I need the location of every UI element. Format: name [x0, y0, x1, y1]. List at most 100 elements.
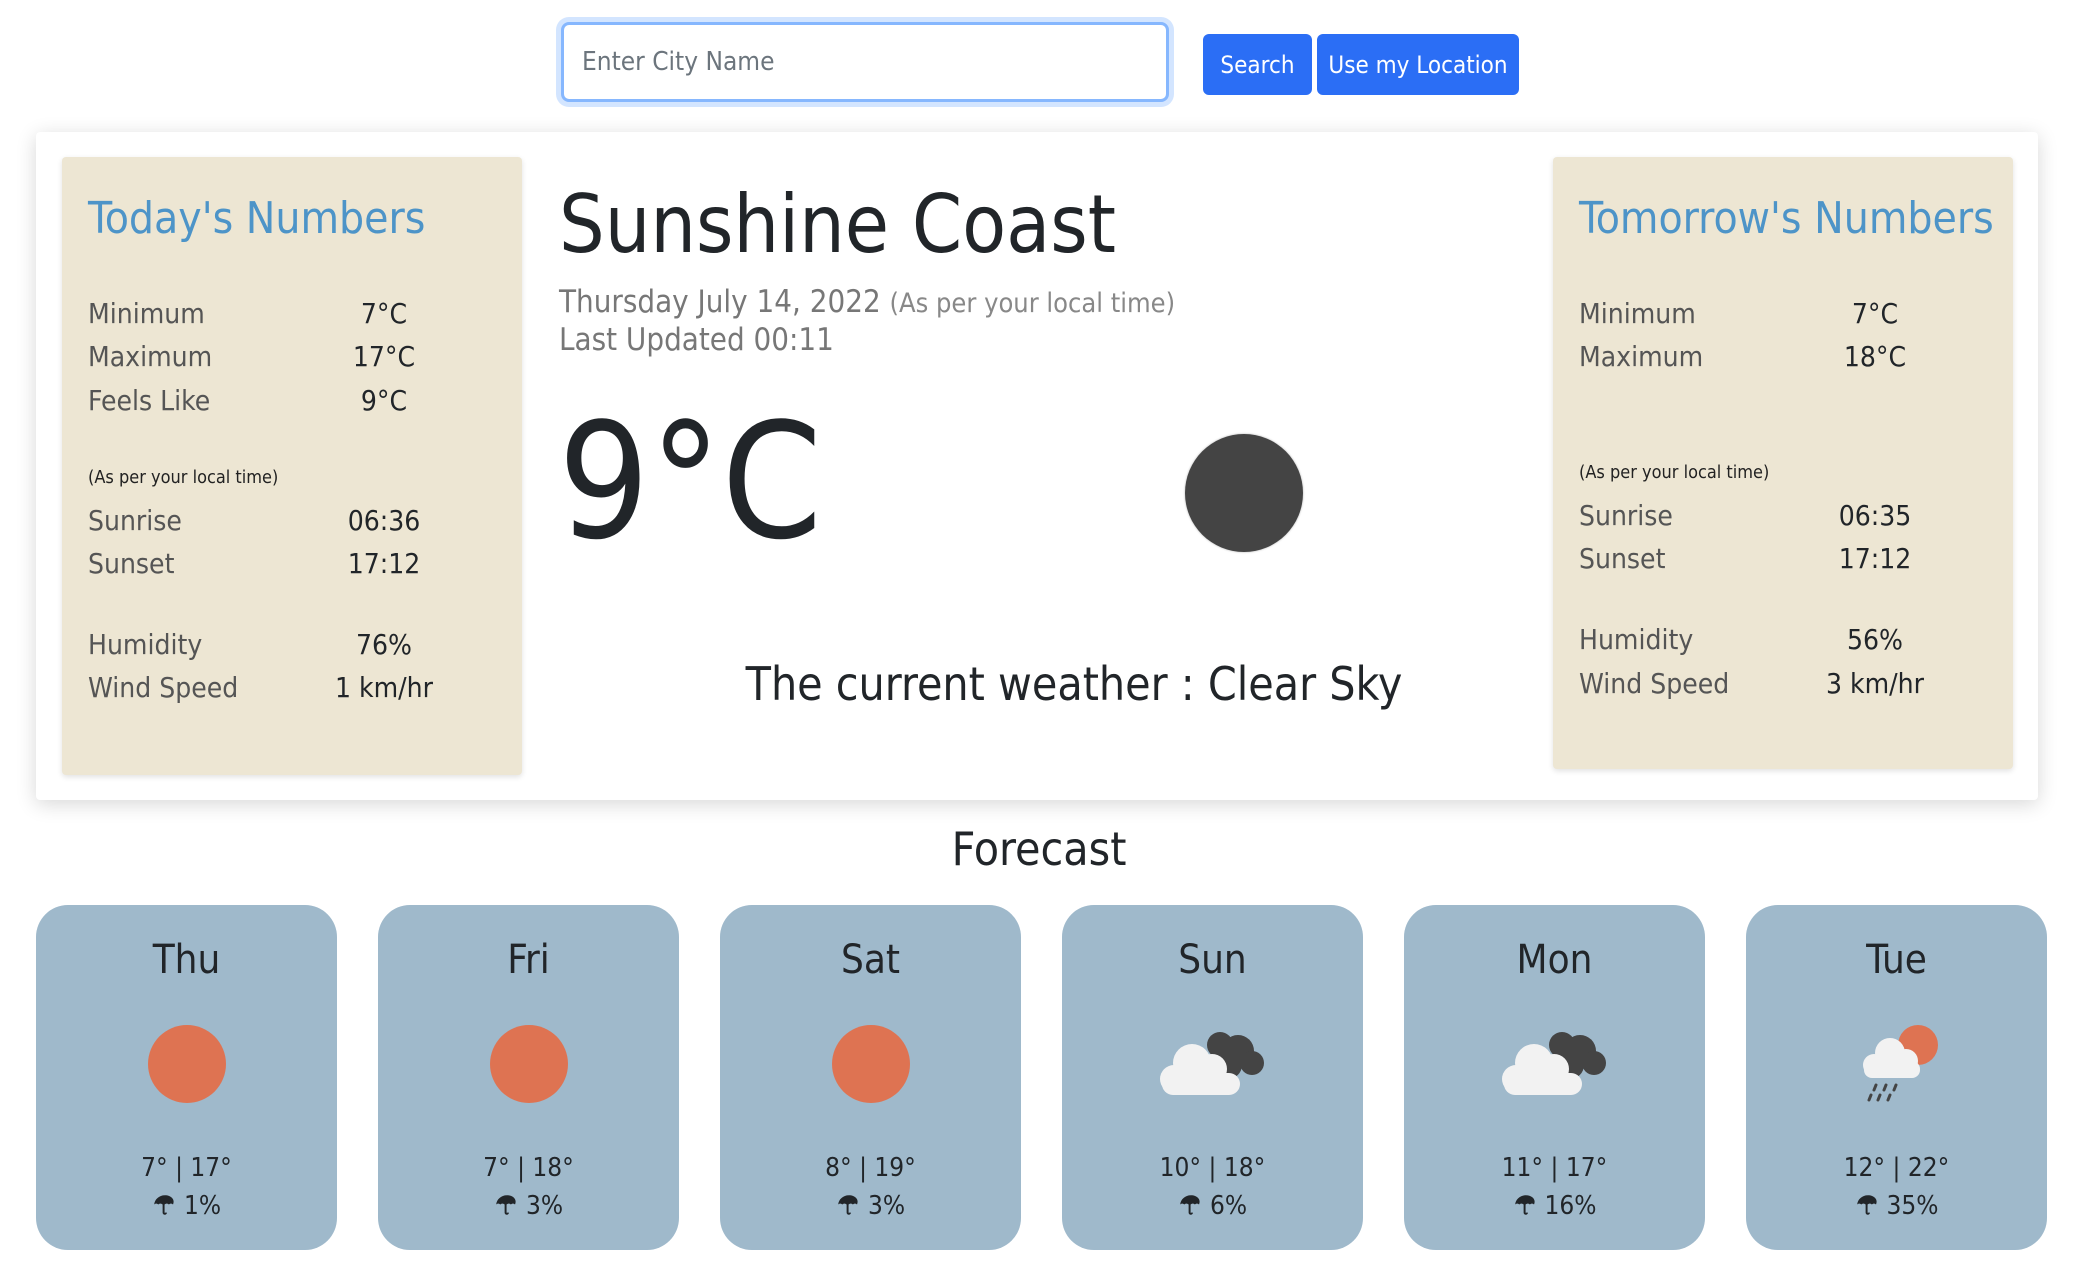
forecast-day: Sat: [840, 937, 900, 983]
forecast-day: Fri: [507, 937, 550, 983]
umbrella-icon: [1514, 1195, 1535, 1215]
umbrella-icon: [496, 1195, 516, 1215]
sunset-label: Sunset: [88, 547, 175, 580]
forecast-day: Thu: [152, 937, 221, 983]
todays-numbers-panel: Today's Numbers Minimum 7°C Maximum 17°C…: [62, 157, 522, 775]
rain-chance-value: 3%: [867, 1191, 906, 1221]
weather-description: The current weather : Clear Sky: [745, 657, 1403, 711]
tomorrow-humidity-row: Humidity 56%: [1579, 623, 1979, 663]
forecast-rain-chance: 3%: [720, 1191, 1021, 1221]
maximum-value: 17°C: [352, 340, 416, 373]
today-feels-like-row: Feels Like 9°C: [88, 384, 488, 424]
current-weather-card: Today's Numbers Minimum 7°C Maximum 17°C…: [36, 132, 2038, 800]
maximum-value: 18°C: [1843, 340, 1907, 373]
rain-sun-icon: [1856, 1023, 1938, 1105]
forecast-rain-chance: 3%: [378, 1191, 679, 1221]
today-sunset-row: Sunset 17:12: [88, 547, 488, 587]
forecast-rain-chance: 6%: [1062, 1191, 1363, 1221]
forecast-card-fri: Fri 7° | 18° 3%: [378, 905, 679, 1250]
current-temperature: 9°C: [558, 388, 823, 575]
maximum-label: Maximum: [1579, 340, 1704, 373]
humidity-label: Humidity: [1579, 623, 1694, 656]
use-my-location-button[interactable]: Use my Location: [1317, 34, 1519, 95]
wind-speed-label: Wind Speed: [1579, 667, 1730, 700]
sunrise-label: Sunrise: [88, 504, 182, 537]
rain-chance-value: 1%: [183, 1191, 222, 1221]
forecast-temps: 7° | 17°: [141, 1153, 232, 1183]
today-maximum-row: Maximum 17°C: [88, 340, 488, 380]
forecast-card-mon: Mon 11° | 17° 16%: [1404, 905, 1705, 1250]
forecast-day: Mon: [1516, 937, 1593, 983]
today-minimum-row: Minimum 7°C: [88, 297, 488, 337]
forecast-temps: 8° | 19°: [825, 1153, 916, 1183]
city-name: Sunshine Coast: [559, 178, 1116, 271]
wind-speed-label: Wind Speed: [88, 671, 239, 704]
forecast-temps: 11° | 17°: [1501, 1153, 1608, 1183]
forecast-title: Forecast: [951, 822, 1127, 876]
rain-chance-value: 35%: [1886, 1191, 1939, 1221]
tomorrow-maximum-row: Maximum 18°C: [1579, 340, 1979, 380]
tomorrows-numbers-title: Tomorrow's Numbers: [1579, 193, 1994, 244]
date-local-note: (As per your local time): [889, 288, 1176, 319]
tomorrow-sunrise-row: Sunrise 06:35: [1579, 499, 1979, 539]
forecast-rain-chance: 1%: [36, 1191, 337, 1221]
tomorrow-wind-row: Wind Speed 3 km/hr: [1579, 667, 1979, 707]
forecast-card-tue: Tue 12° | 22° 35%: [1746, 905, 2047, 1250]
clouds-icon: [1160, 1023, 1264, 1105]
rain-chance-value: 6%: [1209, 1191, 1248, 1221]
feels-like-label: Feels Like: [88, 384, 211, 417]
tomorrow-minimum-row: Minimum 7°C: [1579, 297, 1979, 337]
feels-like-value: 9°C: [360, 384, 408, 417]
today-wind-row: Wind Speed 1 km/hr: [88, 671, 488, 711]
today-humidity-row: Humidity 76%: [88, 628, 488, 668]
umbrella-icon: [154, 1195, 174, 1215]
sunrise-value: 06:35: [1838, 499, 1912, 532]
humidity-value: 56%: [1847, 623, 1903, 656]
umbrella-icon: [1180, 1195, 1200, 1215]
moon-icon: [1185, 434, 1303, 552]
rain-chance-value: 3%: [525, 1191, 564, 1221]
clouds-icon: [1502, 1023, 1606, 1105]
rain-chance-value: 16%: [1544, 1191, 1597, 1221]
forecast-card-sat: Sat 8° | 19° 3%: [720, 905, 1021, 1250]
forecast-rain-chance: 35%: [1746, 1191, 2047, 1221]
wind-speed-value: 1 km/hr: [335, 671, 433, 704]
humidity-value: 76%: [356, 628, 412, 661]
umbrella-icon: [1856, 1195, 1877, 1215]
forecast-card-sun: Sun 10° | 18° 6%: [1062, 905, 1363, 1250]
sunset-value: 17:12: [347, 547, 421, 580]
forecast-temps: 10° | 18°: [1159, 1153, 1266, 1183]
todays-numbers-title: Today's Numbers: [88, 193, 426, 244]
sunset-value: 17:12: [1838, 542, 1912, 575]
tomorrow-sunset-row: Sunset 17:12: [1579, 542, 1979, 582]
minimum-label: Minimum: [1579, 297, 1696, 330]
minimum-value: 7°C: [360, 297, 408, 330]
umbrella-icon: [838, 1195, 858, 1215]
local-time-note: (As per your local time): [88, 467, 279, 488]
sunset-label: Sunset: [1579, 542, 1666, 575]
sun-icon: [146, 1023, 228, 1105]
search-button[interactable]: Search: [1203, 34, 1312, 95]
forecast-rain-chance: 16%: [1404, 1191, 1705, 1221]
sunrise-value: 06:36: [347, 504, 421, 537]
wind-speed-value: 3 km/hr: [1826, 667, 1924, 700]
sun-icon: [830, 1023, 912, 1105]
date-text: Thursday July 14, 2022: [559, 284, 881, 320]
sunrise-label: Sunrise: [1579, 499, 1673, 532]
minimum-label: Minimum: [88, 297, 205, 330]
maximum-label: Maximum: [88, 340, 213, 373]
last-updated: Last Updated 00:11: [559, 322, 834, 358]
today-sunrise-row: Sunrise 06:36: [88, 504, 488, 544]
forecast-temps: 12° | 22°: [1843, 1153, 1950, 1183]
current-date: Thursday July 14, 2022 (As per your loca…: [559, 284, 1175, 320]
minimum-value: 7°C: [1851, 297, 1899, 330]
humidity-label: Humidity: [88, 628, 203, 661]
city-search-input[interactable]: [561, 22, 1169, 102]
forecast-temps: 7° | 18°: [483, 1153, 574, 1183]
forecast-day: Tue: [1866, 937, 1927, 983]
sun-icon: [488, 1023, 570, 1105]
forecast-card-thu: Thu 7° | 17° 1%: [36, 905, 337, 1250]
tomorrows-numbers-panel: Tomorrow's Numbers Minimum 7°C Maximum 1…: [1553, 157, 2013, 769]
forecast-day: Sun: [1178, 937, 1247, 983]
local-time-note: (As per your local time): [1579, 462, 1770, 483]
